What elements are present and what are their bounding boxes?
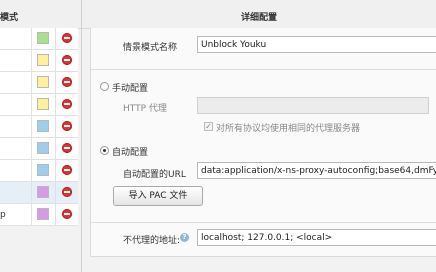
- mode-row[interactable]: [0, 94, 78, 116]
- column-separator: [55, 72, 56, 93]
- column-separator: [31, 204, 32, 225]
- mode-list-panel: 模式 p: [0, 0, 81, 272]
- color-swatch[interactable]: [37, 54, 49, 66]
- column-separator: [31, 138, 32, 159]
- column-separator: [31, 50, 32, 71]
- pac-url-label: 自动配置的URL: [123, 170, 186, 180]
- column-separator: [55, 116, 56, 137]
- mode-row[interactable]: p: [0, 204, 78, 226]
- detail-header-label: 详细配置: [240, 13, 277, 23]
- color-swatch[interactable]: [37, 186, 49, 198]
- auto-config-label: 自动配置: [112, 148, 149, 158]
- color-swatch[interactable]: [37, 142, 49, 154]
- delete-mode-icon[interactable]: [62, 143, 72, 153]
- section-divider: [91, 69, 436, 70]
- delete-mode-icon[interactable]: [62, 99, 72, 109]
- manual-config-radio[interactable]: [100, 82, 109, 91]
- bypass-label: 不代理的地址:: [123, 236, 181, 246]
- manual-config-label: 手动配置: [112, 84, 149, 94]
- mode-row[interactable]: [0, 50, 78, 72]
- color-swatch[interactable]: [37, 120, 49, 132]
- delete-mode-icon[interactable]: [62, 209, 72, 219]
- column-separator: [55, 28, 56, 49]
- mode-row[interactable]: [0, 28, 78, 50]
- http-proxy-label: HTTP 代理: [123, 104, 167, 114]
- column-separator: [31, 72, 32, 93]
- mode-row[interactable]: [0, 116, 78, 138]
- delete-mode-icon[interactable]: [62, 165, 72, 175]
- column-separator: [55, 94, 56, 115]
- color-swatch[interactable]: [37, 98, 49, 110]
- color-swatch[interactable]: [37, 32, 49, 44]
- mode-list-header: 模式: [0, 0, 81, 29]
- column-divider: [81, 0, 82, 272]
- column-separator: [31, 28, 32, 49]
- mode-name: p: [0, 210, 6, 220]
- column-separator: [31, 116, 32, 137]
- section-divider-bottom: [91, 222, 436, 223]
- mode-name-label: 情景模式名称: [123, 43, 178, 53]
- column-separator: [55, 182, 56, 203]
- pac-url-input[interactable]: data:application/x-ns-proxy-autoconfig;b…: [197, 162, 436, 179]
- column-separator: [55, 160, 56, 181]
- delete-mode-icon[interactable]: [62, 55, 72, 65]
- mode-row[interactable]: [0, 182, 78, 204]
- column-separator: [55, 138, 56, 159]
- mode-row[interactable]: [0, 160, 78, 182]
- delete-mode-icon[interactable]: [62, 33, 72, 43]
- delete-mode-icon[interactable]: [62, 121, 72, 131]
- column-separator: [55, 204, 56, 225]
- mode-row[interactable]: [0, 72, 78, 94]
- color-swatch[interactable]: [37, 76, 49, 88]
- column-separator: [55, 50, 56, 71]
- column-separator: [31, 94, 32, 115]
- detail-panel: 情景模式名称 Unblock Youku 手动配置 HTTP 代理 ✓ 对所有协…: [90, 28, 436, 257]
- help-icon[interactable]: ?: [180, 233, 189, 242]
- mode-list: p: [0, 28, 78, 226]
- auto-config-radio[interactable]: [100, 146, 109, 155]
- detail-header: 详细配置: [82, 0, 436, 29]
- color-swatch[interactable]: [37, 208, 49, 220]
- import-pac-button[interactable]: 导入 PAC 文件: [113, 186, 203, 206]
- mode-list-header-label: 模式: [0, 13, 19, 23]
- same-proxy-checkbox[interactable]: ✓: [204, 122, 213, 131]
- column-separator: [31, 160, 32, 181]
- http-proxy-input[interactable]: [197, 97, 429, 114]
- mode-row[interactable]: [0, 138, 78, 160]
- mode-name-input[interactable]: Unblock Youku: [197, 36, 436, 53]
- delete-mode-icon[interactable]: [62, 77, 72, 87]
- same-proxy-label: 对所有协议均使用相同的代理服务器: [216, 124, 361, 134]
- bypass-input[interactable]: localhost; 127.0.0.1; <local>: [197, 229, 436, 246]
- color-swatch[interactable]: [37, 164, 49, 176]
- delete-mode-icon[interactable]: [62, 187, 72, 197]
- column-separator: [31, 182, 32, 203]
